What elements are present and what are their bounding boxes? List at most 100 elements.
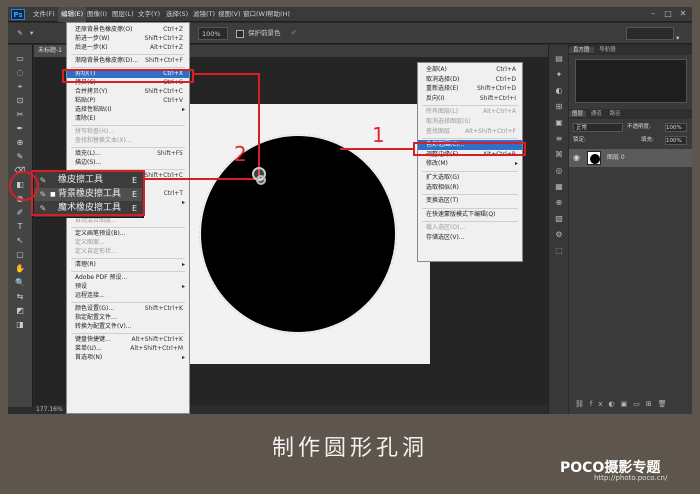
dock-panel-icon[interactable]: ⊕ bbox=[553, 197, 565, 209]
minimize-button[interactable]: – bbox=[646, 8, 660, 20]
dock-panel-icon[interactable]: ⊞ bbox=[553, 101, 565, 113]
dock-panel-icon[interactable]: ≡ bbox=[553, 133, 565, 145]
fill-field[interactable]: 100% bbox=[665, 136, 687, 145]
eyedropper-icon[interactable]: ✒ bbox=[13, 123, 27, 135]
healing-icon[interactable]: ⊕ bbox=[13, 137, 27, 149]
tab-navigator[interactable]: 导航器 bbox=[595, 47, 620, 53]
menu-item[interactable]: 远程连接... bbox=[67, 291, 189, 300]
menu-9[interactable]: 帮助(H) bbox=[264, 7, 293, 22]
menu-item[interactable]: 修改(M) ▸ bbox=[418, 159, 522, 169]
dock-panel-icon[interactable]: ◎ bbox=[553, 165, 565, 177]
menu-0[interactable]: 文件(F) bbox=[30, 7, 58, 22]
eye-icon[interactable]: ◉ bbox=[573, 153, 580, 162]
menu-item[interactable]: 粘贴(P) Ctrl+V bbox=[67, 96, 189, 105]
layer-name[interactable]: 图层 0 bbox=[607, 149, 625, 167]
quick-mask-icon[interactable]: ◨ bbox=[13, 319, 27, 331]
foreground-color-icon[interactable]: ◩ bbox=[13, 305, 27, 317]
tab-channels[interactable]: 通道 bbox=[588, 111, 605, 117]
maximize-button[interactable]: □ bbox=[661, 8, 675, 20]
menu-item[interactable]: 还原背景色橡皮擦(O) Ctrl+Z bbox=[67, 25, 189, 34]
menu-item[interactable]: 预设 ▸ bbox=[67, 282, 189, 291]
menu-4[interactable]: 文字(Y) bbox=[135, 7, 163, 22]
menu-item[interactable]: 选择性粘贴(I) ▸ bbox=[67, 105, 189, 114]
menu-item[interactable]: 颜色设置(G)... Shift+Ctrl+K bbox=[67, 304, 189, 313]
menu-item[interactable]: 扩大选取(G) bbox=[418, 173, 522, 183]
menu-item[interactable]: 指定配置文件... bbox=[67, 313, 189, 322]
menu-item[interactable]: 拼写检查(H)... bbox=[67, 127, 189, 136]
zoom-field[interactable]: 100% bbox=[198, 27, 228, 40]
close-button[interactable]: ✕ bbox=[676, 8, 690, 20]
menu-item[interactable]: 首选项(N) ▸ bbox=[67, 353, 189, 362]
dock-panel-icon[interactable]: ▦ bbox=[553, 181, 565, 193]
menu-item[interactable]: 描边(S)... bbox=[67, 158, 189, 167]
tab-paths[interactable]: 路径 bbox=[607, 111, 624, 117]
lasso-icon[interactable]: ⌖ bbox=[13, 81, 27, 93]
menu-item[interactable]: 变换选区(T) bbox=[418, 196, 522, 206]
tab-histogram[interactable]: 直方图 bbox=[569, 47, 594, 53]
dock-panel-icon[interactable]: ▣ bbox=[553, 117, 565, 129]
menu-item[interactable]: 重新选择(E) Shift+Ctrl+D bbox=[418, 84, 522, 94]
menu-item[interactable]: 键盘快捷键... Alt+Shift+Ctrl+K bbox=[67, 335, 189, 344]
blend-mode-select[interactable]: 正常 bbox=[573, 123, 623, 132]
menu-item[interactable]: 清理(R) ▸ bbox=[67, 260, 189, 269]
menu-item[interactable]: Adobe PDF 预设... bbox=[67, 273, 189, 282]
menu-2[interactable]: 图像(I) bbox=[84, 7, 110, 22]
menu-item[interactable]: 前进一步(W) Shift+Ctrl+Z bbox=[67, 34, 189, 43]
dock-panel-icon[interactable]: ⚙ bbox=[553, 229, 565, 241]
menu-item[interactable]: 转换为配置文件(V)... bbox=[67, 322, 189, 331]
dock-panel-icon[interactable]: ▧ bbox=[553, 213, 565, 225]
dock-panel-icon[interactable]: ⬚ bbox=[553, 245, 565, 257]
hand-icon[interactable]: ✋ bbox=[13, 263, 27, 275]
menu-5[interactable]: 选择(S) bbox=[163, 7, 191, 22]
opacity-field[interactable]: 100% bbox=[665, 123, 687, 132]
menu-item[interactable]: 合并拷贝(Y) Shift+Ctrl+C bbox=[67, 87, 189, 96]
menu-item[interactable]: 后退一步(K) Alt+Ctrl+Z bbox=[67, 43, 189, 52]
menu-item[interactable]: 定义自定形状... bbox=[67, 247, 189, 256]
brush-pressure-icon[interactable]: ✐ bbox=[291, 27, 296, 40]
menu-item[interactable]: 全部(A) Ctrl+A bbox=[418, 65, 522, 75]
menu-item[interactable]: 填充(L)... Shift+F5 bbox=[67, 149, 189, 158]
eraser-tool-icon[interactable]: ✎ bbox=[12, 27, 28, 40]
layer-actions[interactable]: ⛓fx◐▣▭⊞🗑 bbox=[575, 400, 687, 410]
menu-item[interactable]: 取消选择图层(S) bbox=[418, 117, 522, 127]
move-icon[interactable]: ▭ bbox=[13, 53, 27, 65]
layer-row[interactable]: ◉ 图层 0 bbox=[569, 149, 692, 167]
workspace-switcher[interactable]: ▾ bbox=[626, 27, 686, 42]
menu-item[interactable]: 清除(E) bbox=[67, 114, 189, 123]
menu-item[interactable]: 存储选区(V)... bbox=[418, 233, 522, 243]
menu-3[interactable]: 图层(L) bbox=[109, 7, 137, 22]
menu-item[interactable]: 定义画笔预设(B)... bbox=[67, 229, 189, 238]
menu-item[interactable]: 查找和替换文本(X)... bbox=[67, 136, 189, 145]
dock-panel-icon[interactable]: ✦ bbox=[553, 69, 565, 81]
zoom-icon[interactable]: 🔍 bbox=[13, 277, 27, 289]
shape-icon[interactable]: ▢ bbox=[13, 249, 27, 261]
menu-item[interactable]: 选取相似(R) bbox=[418, 183, 522, 193]
menu-item[interactable]: 所有图层(L) Alt+Ctrl+A bbox=[418, 107, 522, 117]
pen-icon[interactable]: ✐ bbox=[13, 207, 27, 219]
chevron-down-icon[interactable]: ▾ bbox=[30, 27, 38, 40]
menu-item[interactable]: 菜单(U)... Alt+Shift+Ctrl+M bbox=[67, 344, 189, 353]
dock-panel-icon[interactable]: ⌘ bbox=[553, 149, 565, 161]
swap-colors-icon[interactable]: ⇆ bbox=[13, 291, 27, 303]
menu-item[interactable]: 反向(I) Shift+Ctrl+I bbox=[418, 94, 522, 104]
type-icon[interactable]: T bbox=[13, 221, 27, 233]
menu-6[interactable]: 滤镜(T) bbox=[190, 7, 218, 22]
menu-item[interactable]: 载入选区(O)... bbox=[418, 223, 522, 233]
dock-panel-icon[interactable]: ◐ bbox=[553, 85, 565, 97]
path-select-icon[interactable]: ↖ bbox=[13, 235, 27, 247]
brush-icon[interactable]: ✎ bbox=[13, 151, 27, 163]
menu-separator bbox=[422, 221, 518, 223]
menu-item[interactable]: 在快速蒙版模式下编辑(Q) bbox=[418, 210, 522, 220]
tab-layers[interactable]: 图层 bbox=[569, 111, 587, 117]
crop-icon[interactable]: ✂ bbox=[13, 109, 27, 121]
menu-1[interactable]: 编辑(E) bbox=[58, 7, 87, 22]
dock-panel-icon[interactable]: ▤ bbox=[553, 53, 565, 65]
protect-foreground-checkbox[interactable] bbox=[236, 30, 244, 38]
menu-item[interactable]: 查找图层 Alt+Shift+Ctrl+F bbox=[418, 127, 522, 137]
quick-select-icon[interactable]: ⊡ bbox=[13, 95, 27, 107]
menu-item[interactable]: 取消选择(D) Ctrl+D bbox=[418, 75, 522, 85]
menu-item[interactable]: 渐隐背景色橡皮擦(D)... Shift+Ctrl+F bbox=[67, 56, 189, 65]
marquee-icon[interactable]: ◌ bbox=[13, 67, 27, 79]
menu-item[interactable]: 定义图案... bbox=[67, 238, 189, 247]
menu-item-label: 重新选择(E) bbox=[426, 85, 459, 93]
